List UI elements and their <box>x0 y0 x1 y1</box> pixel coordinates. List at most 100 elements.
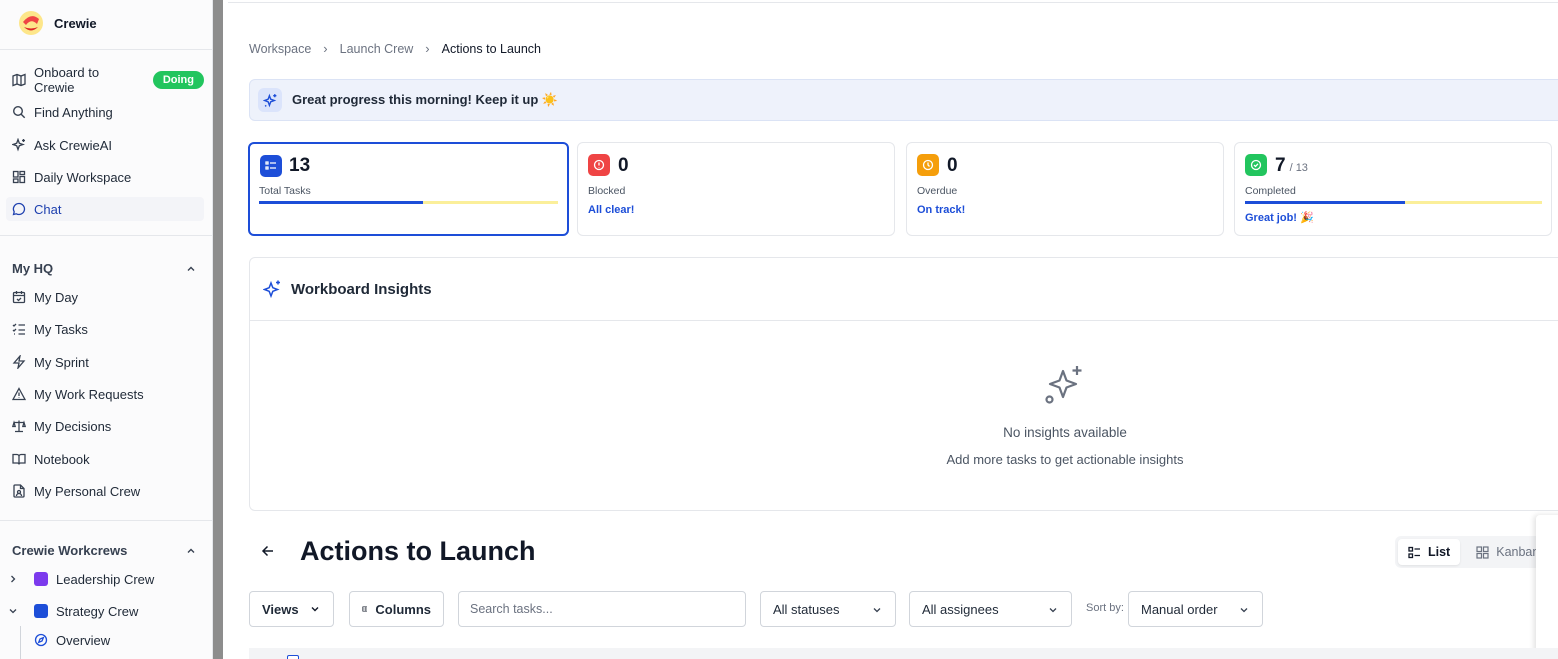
sidebar-item-label: Find Anything <box>34 104 113 120</box>
status-filter-select[interactable]: All statuses <box>760 591 896 627</box>
sidebar-resize-handle[interactable] <box>213 0 223 659</box>
sidebar-item-my-tasks[interactable]: My Tasks <box>12 317 204 341</box>
sidebar-item-label: Notebook <box>34 451 90 467</box>
sidebar: Crewie Onboard to Crewie Doing Find Anyt… <box>0 0 213 659</box>
chevron-down-icon <box>1240 608 1248 613</box>
stat-value: 0 <box>947 155 958 176</box>
file-user-icon <box>13 484 25 498</box>
brand[interactable]: Crewie <box>18 10 97 36</box>
stat-card-overdue[interactable]: 0 Overdue On track! <box>906 142 1224 236</box>
sidebar-item-ask-crewieai[interactable]: Ask CrewieAI <box>12 133 204 157</box>
breadcrumb-current: Actions to Launch <box>441 41 542 56</box>
sidebar-item-label: Daily Workspace <box>34 169 132 185</box>
alert-circle-icon <box>588 154 610 176</box>
chevron-down-icon <box>1049 608 1057 613</box>
chevron-up-icon <box>187 266 195 271</box>
stat-card-total-tasks[interactable]: 13 Total Tasks <box>248 142 569 236</box>
sidebar-item-label: My Decisions <box>34 418 112 434</box>
list-icon <box>260 155 282 177</box>
app-name: Crewie <box>54 15 97 31</box>
grid-icon <box>1476 545 1489 559</box>
page-title: Actions to Launch <box>300 536 536 566</box>
sidebar-item-my-personal-crew[interactable]: My Personal Crew <box>12 479 204 503</box>
sidebar-item-find-anything[interactable]: Find Anything <box>12 100 204 124</box>
views-label: Views <box>262 601 299 617</box>
stat-note: All clear! <box>588 204 635 216</box>
search-icon <box>12 105 26 119</box>
workcrews-section-header[interactable]: Crewie Workcrews <box>12 543 197 558</box>
crew-subitem-overview[interactable]: Overview <box>34 629 110 651</box>
tree-line <box>20 626 21 659</box>
floating-panel-edge[interactable] <box>1536 515 1558 659</box>
compass-icon <box>34 633 48 647</box>
sidebar-item-my-day[interactable]: My Day <box>12 285 204 309</box>
progress-fill <box>1245 201 1406 204</box>
sidebar-item-my-decisions[interactable]: My Decisions <box>12 414 204 438</box>
status-badge: Doing <box>152 71 204 89</box>
stat-card-completed[interactable]: 7/ 13 Completed Great job! 🎉 <box>1234 142 1552 236</box>
assignee-filter-select[interactable]: All assignees <box>909 591 1072 627</box>
search-input[interactable] <box>458 591 746 627</box>
crew-item-leadership[interactable]: Leadership Crew <box>8 568 154 590</box>
divider <box>0 235 212 236</box>
sidebar-item-daily-workspace[interactable]: Daily Workspace <box>12 165 204 189</box>
columns-icon <box>362 606 368 612</box>
crew-label: Leadership Crew <box>56 571 155 587</box>
sidebar-item-label: My Work Requests <box>34 386 144 402</box>
views-dropdown[interactable]: Views <box>249 591 334 627</box>
view-label: List <box>1428 545 1451 559</box>
sidebar-item-my-work-requests[interactable]: My Work Requests <box>12 382 204 406</box>
breadcrumb-item-launch-crew[interactable]: Launch Crew <box>340 42 414 56</box>
sidebar-item-label: My Day <box>34 289 79 305</box>
main-content: Workspace › Launch Crew › Actions to Lau… <box>223 0 1558 659</box>
workboard-insights-panel: Workboard Insights No insights available… <box>249 257 1558 511</box>
sidebar-item-label: My Tasks <box>34 321 88 337</box>
check-circle-icon <box>1245 154 1267 176</box>
progress-fill <box>259 201 424 204</box>
warning-icon <box>12 387 26 401</box>
sidebar-item-chat[interactable]: Chat <box>6 197 204 221</box>
chevron-up-icon <box>187 548 195 553</box>
sidebar-item-my-sprint[interactable]: My Sprint <box>12 350 204 374</box>
stat-label: Completed <box>1245 185 1296 197</box>
progress-bar <box>259 201 558 204</box>
back-arrow-icon[interactable] <box>261 544 275 558</box>
breadcrumb-item-workspace[interactable]: Workspace <box>249 42 311 56</box>
list-view-button[interactable]: List <box>1398 539 1461 565</box>
stat-card-blocked[interactable]: 0 Blocked All clear! <box>577 142 895 236</box>
columns-button[interactable]: Columns <box>349 591 444 627</box>
sort-by-label: Sort by: <box>1086 602 1124 614</box>
calendar-check-icon <box>12 291 26 304</box>
sort-value: Manual order <box>1141 601 1218 617</box>
empty-state-subtitle: Add more tasks to get actionable insight… <box>946 452 1184 467</box>
insights-header: Workboard Insights <box>250 258 1558 321</box>
map-icon <box>12 73 26 87</box>
crew-item-strategy[interactable]: Strategy Crew <box>8 600 138 622</box>
empty-state-title: No insights available <box>1003 425 1127 440</box>
sidebar-item-onboard[interactable]: Onboard to Crewie Doing <box>12 65 204 95</box>
sort-select[interactable]: Manual order <box>1128 591 1263 627</box>
stat-value: 7/ 13 <box>1275 155 1308 177</box>
divider <box>0 49 212 50</box>
my-hq-section-header[interactable]: My HQ <box>12 261 197 276</box>
task-table-header <box>249 648 1558 659</box>
sidebar-item-label: Chat <box>34 201 62 217</box>
sidebar-item-label: Ask CrewieAI <box>34 137 113 153</box>
sparkle-icon <box>258 88 282 112</box>
sparkle-icon <box>12 138 25 152</box>
stat-value-total: / 13 <box>1289 162 1308 174</box>
chevron-down-icon[interactable] <box>8 606 18 616</box>
book-icon <box>12 453 26 465</box>
chevron-right-icon[interactable] <box>8 574 18 584</box>
chat-icon <box>12 202 26 216</box>
select-all-checkbox[interactable] <box>287 655 299 659</box>
sparkles-empty-icon <box>1041 363 1085 412</box>
list-icon <box>1408 546 1420 558</box>
sidebar-item-notebook[interactable]: Notebook <box>12 447 204 471</box>
dashboard-icon <box>12 170 26 184</box>
sidebar-item-label: My Sprint <box>34 354 89 370</box>
breadcrumb: Workspace › Launch Crew › Actions to Lau… <box>249 41 541 56</box>
columns-label: Columns <box>375 601 431 617</box>
stat-value-number: 7 <box>1275 155 1286 176</box>
stat-label: Blocked <box>588 185 626 197</box>
